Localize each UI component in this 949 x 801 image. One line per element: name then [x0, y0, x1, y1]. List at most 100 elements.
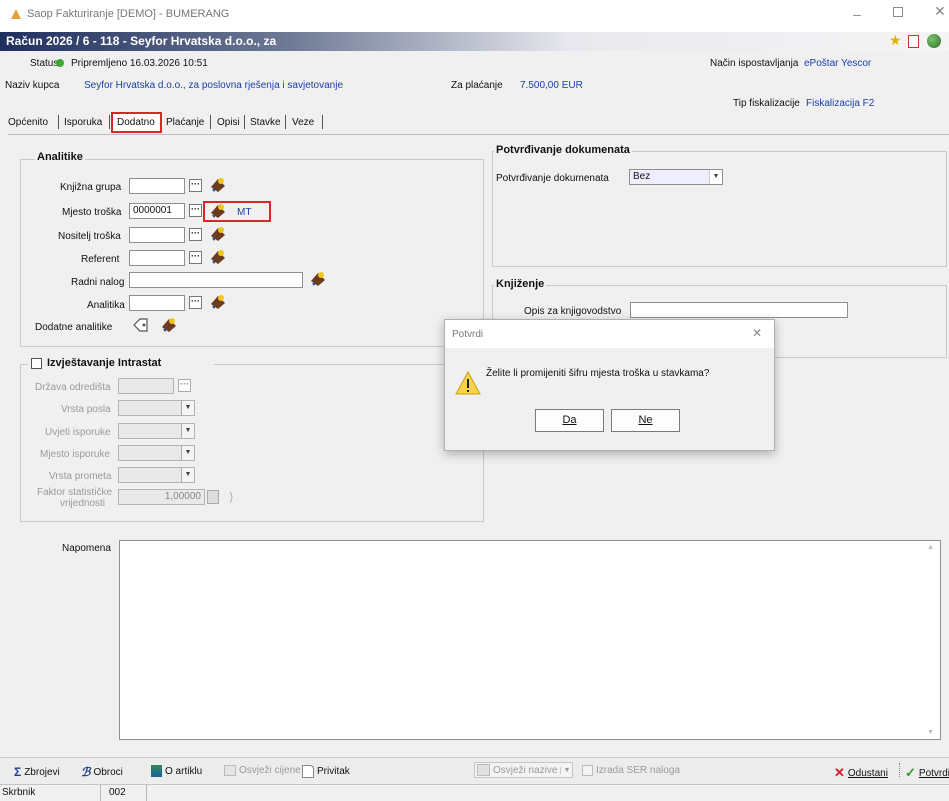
window-title: Saop Fakturiranje [DEMO] - BUMERANG	[27, 8, 230, 20]
obroci-button[interactable]: ℬ Obroci	[81, 765, 123, 779]
close-window-icon[interactable]: ✕	[934, 3, 946, 20]
window-title-bar: Saop Fakturiranje [DEMO] - BUMERANG – ✕	[0, 0, 949, 32]
radni-nalog-label: Radni nalog	[71, 277, 125, 288]
opis-knjigovodstvo-input[interactable]	[630, 302, 848, 318]
analitika-picker-icon[interactable]	[209, 294, 227, 310]
izrada-ser-checkbox: Izrada SER naloga	[582, 765, 680, 776]
nositelj-troska-input[interactable]	[129, 227, 185, 243]
mjesto-troska-picker-icon[interactable]	[209, 203, 227, 219]
tab-dodatno-label: Dodatno	[117, 117, 155, 128]
mjesto-isporuke-label: Mjesto isporuke	[40, 449, 111, 460]
status-label: Status	[30, 58, 59, 69]
dialog-title: Potvrdi	[452, 329, 484, 340]
tab-placanje[interactable]: Plaćanje	[166, 117, 204, 128]
analitika-browse-button[interactable]: ···	[189, 296, 202, 309]
knjizna-grupa-label: Knjižna grupa	[60, 182, 122, 193]
faktor-label-line2: vrijednosti	[60, 498, 106, 509]
statusbar-divider	[100, 785, 101, 801]
drzava-input	[118, 378, 174, 394]
referent-input[interactable]	[129, 250, 185, 266]
delivery-value[interactable]: ePoštar Yescor	[804, 58, 871, 69]
faktor-label-line1: Faktor statističke	[37, 487, 113, 498]
privitak-button[interactable]: Privitak	[302, 765, 350, 778]
scroll-up-icon[interactable]: ▲	[927, 544, 934, 551]
statusbar-value: 002	[109, 787, 126, 798]
tag-icon[interactable]	[133, 318, 149, 332]
maximize-icon[interactable]	[893, 7, 903, 17]
favorite-star-icon[interactable]: ★	[889, 32, 902, 49]
knjizna-grupa-input[interactable]	[129, 178, 185, 194]
uvjeti-select: ▼	[118, 423, 195, 439]
napomena-textarea[interactable]: ▲ ▼	[119, 540, 941, 740]
osvjezi-nazive-button: Osvježi nazive ▼	[474, 762, 574, 778]
dialog-yes-button[interactable]: Da	[535, 409, 604, 432]
potvrdivanje-value: Bez	[633, 171, 651, 182]
tab-separator	[210, 115, 211, 129]
nositelj-troska-picker-icon[interactable]	[209, 226, 227, 242]
odustani-button[interactable]: ✕ Odustani	[834, 765, 888, 781]
refresh-names-icon	[477, 764, 490, 776]
cancel-x-icon: ✕	[834, 765, 845, 780]
potvrdivanje-label: Potvrđivanje dokumenata	[496, 173, 609, 184]
tab-dodatno[interactable]: Dodatno	[111, 112, 162, 133]
knjizna-grupa-browse-button[interactable]: ···	[189, 179, 202, 192]
vrsta-prometa-label: Vrsta prometa	[49, 471, 112, 482]
dialog-no-button[interactable]: Ne	[611, 409, 680, 432]
vrsta-prometa-select: ▼	[118, 467, 195, 483]
tab-opisi[interactable]: Opisi	[217, 117, 240, 128]
minimize-icon[interactable]: –	[853, 6, 861, 22]
statusbar-divider	[146, 785, 147, 801]
document-title-bar: Račun 2026 / 6 - 118 - Seyfor Hrvatska d…	[0, 32, 949, 51]
nositelj-troska-label: Nositelj troška	[58, 231, 121, 242]
chevron-down-icon: ▼	[560, 766, 570, 774]
app-icon	[10, 8, 22, 20]
analitika-input[interactable]	[129, 295, 185, 311]
potvrdi-button[interactable]: ✓ Potvrdi	[905, 765, 949, 781]
dodatne-analitike-picker-icon[interactable]	[160, 317, 178, 333]
dialog-close-icon[interactable]: ✕	[752, 326, 762, 340]
referent-picker-icon[interactable]	[209, 249, 227, 265]
chevron-down-icon[interactable]: ▼	[709, 170, 722, 184]
nositelj-troska-browse-button[interactable]: ···	[189, 228, 202, 241]
mjesto-troska-browse-button[interactable]: ···	[189, 204, 202, 217]
o-artiklu-button[interactable]: O artiklu	[151, 765, 202, 777]
knjizenje-title: Knjiženje	[494, 278, 547, 290]
export-icon[interactable]	[908, 35, 919, 48]
intrastat-title-wrap: Izvještavanje Intrastat	[28, 356, 214, 372]
radni-nalog-picker-icon[interactable]	[309, 271, 327, 287]
tab-separator	[285, 115, 286, 129]
mjesto-isporuke-select: ▼	[118, 445, 195, 461]
radni-nalog-input[interactable]	[129, 272, 303, 288]
status-bar: Skrbnik 002	[0, 784, 949, 801]
potvrdivanje-select[interactable]: Bez ▼	[629, 169, 723, 185]
mjesto-troska-input[interactable]: 0000001	[129, 203, 185, 219]
tab-separator	[244, 115, 245, 129]
zbrojevi-button[interactable]: Σ Zbrojevi	[14, 765, 60, 779]
buyer-label: Naziv kupca	[5, 80, 60, 91]
osvjezi-cijene-button: Osvježi cijene	[224, 765, 301, 776]
potvrdivanje-title: Potvrđivanje dokumenata	[494, 144, 632, 156]
tab-content-border	[8, 134, 949, 135]
tab-veze[interactable]: Veze	[292, 117, 314, 128]
buyer-value[interactable]: Seyfor Hrvatska d.o.o., za poslovna rješ…	[84, 80, 343, 91]
status-value: Pripremljeno 16.03.2026 10:51	[71, 58, 208, 69]
scroll-down-icon[interactable]: ▼	[927, 729, 934, 736]
globe-icon[interactable]	[927, 34, 941, 48]
intrastat-checkbox[interactable]	[31, 358, 42, 369]
sigma-icon: Σ	[14, 765, 22, 779]
attachment-icon	[302, 765, 314, 778]
tab-separator	[58, 115, 59, 129]
knjizna-grupa-picker-icon[interactable]	[209, 177, 227, 193]
dialog-message: Želite li promijeniti šifru mjesta trošk…	[486, 368, 710, 379]
referent-browse-button[interactable]: ···	[189, 251, 202, 264]
napomena-label: Napomena	[62, 543, 111, 554]
installments-icon: ℬ	[81, 765, 91, 779]
vrsta-posla-select: ▼	[118, 400, 195, 416]
tab-separator	[109, 115, 110, 129]
tab-stavke[interactable]: Stavke	[250, 117, 281, 128]
tab-opcenito[interactable]: Općenito	[8, 117, 48, 128]
fiscal-value[interactable]: Fiskalizacija F2	[806, 98, 874, 109]
referent-label: Referent	[81, 254, 120, 265]
tab-isporuka[interactable]: Isporuka	[64, 117, 102, 128]
dodatne-analitike-label: Dodatne analitike	[35, 322, 113, 333]
